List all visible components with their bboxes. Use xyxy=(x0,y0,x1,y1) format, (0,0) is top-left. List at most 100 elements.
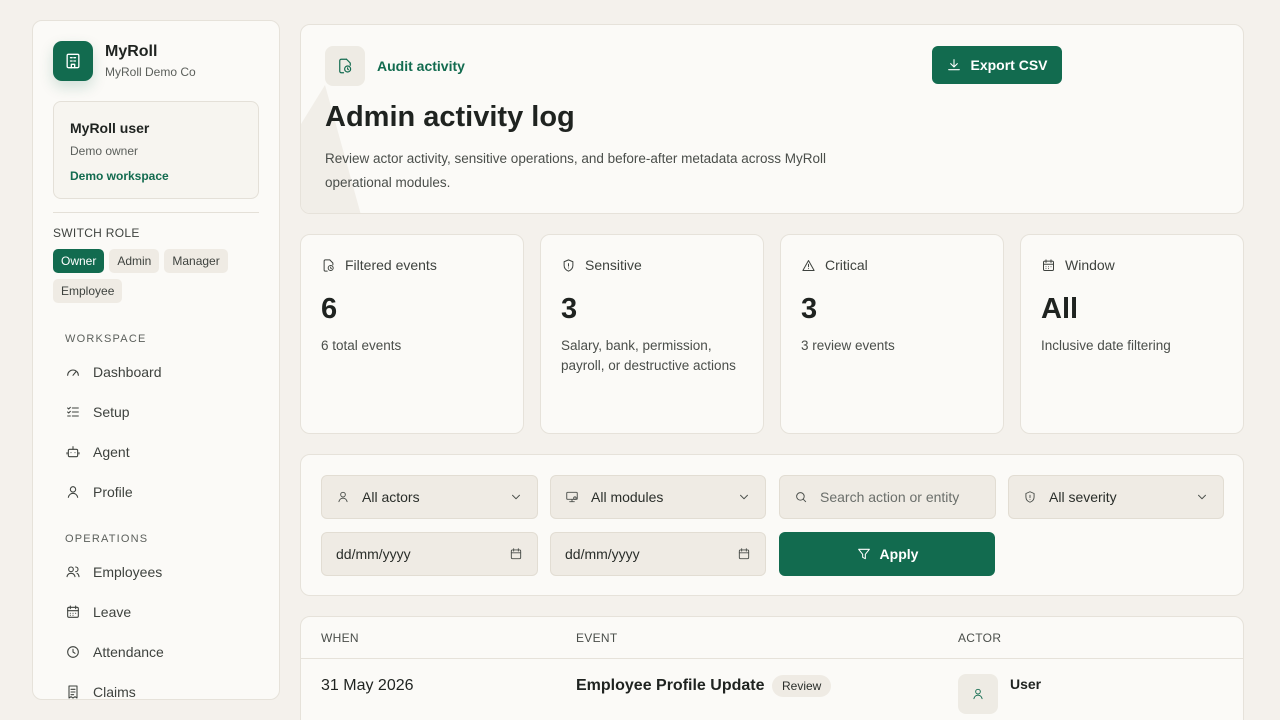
stat-label: Window xyxy=(1065,257,1115,273)
download-icon xyxy=(946,57,970,73)
sidebar-item-leave[interactable]: Leave xyxy=(65,604,131,620)
sidebar-item-employees[interactable]: Employees xyxy=(65,564,162,580)
stat-value: 3 xyxy=(561,293,578,325)
monitor-icon xyxy=(565,490,591,504)
role-chip-employee[interactable]: Employee xyxy=(53,279,123,303)
receipt-icon xyxy=(65,684,93,699)
page-header: Audit activity Admin activity log Review… xyxy=(300,24,1244,214)
checklist-icon xyxy=(65,404,93,420)
header-eyebrow: Audit activity xyxy=(377,58,465,74)
workspace-link[interactable]: Demo workspace xyxy=(70,169,242,183)
apply-button[interactable]: Apply xyxy=(779,532,995,576)
search-input[interactable]: Search action or entity xyxy=(779,475,996,519)
role-chip-owner[interactable]: Owner xyxy=(53,249,105,273)
search-placeholder: Search action or entity xyxy=(820,489,960,505)
stat-card-sensitive: Sensitive 3 Salary, bank, permission, pa… xyxy=(540,234,764,434)
audit-activity-icon xyxy=(325,46,365,86)
sidebar-item-profile[interactable]: Profile xyxy=(65,484,133,500)
sidebar-divider xyxy=(53,212,259,213)
user-role: Demo owner xyxy=(70,144,139,158)
sidebar-item-label: Attendance xyxy=(93,644,164,660)
export-csv-button[interactable]: Export CSV xyxy=(932,46,1062,84)
sidebar-item-label: Profile xyxy=(93,484,133,500)
row-event: Employee Profile Update xyxy=(576,677,765,694)
date-from-input[interactable]: dd/mm/yyyy xyxy=(321,532,538,576)
calendar-icon xyxy=(65,604,93,620)
bot-icon xyxy=(65,444,93,460)
building-icon xyxy=(53,41,93,81)
actor-select[interactable]: All actors xyxy=(321,475,538,519)
date-to-input[interactable]: dd/mm/yyyy xyxy=(550,532,766,576)
activity-icon xyxy=(321,258,345,273)
user-card[interactable]: MyRoll user Demo owner Demo workspace xyxy=(53,101,259,199)
user-icon xyxy=(336,490,362,504)
stat-description: 3 review events xyxy=(801,338,895,353)
sidebar-item-setup[interactable]: Setup xyxy=(65,404,130,420)
calendar-icon[interactable] xyxy=(737,547,751,561)
role-chip-admin[interactable]: Admin xyxy=(109,249,160,273)
actor-select-value: All actors xyxy=(362,489,420,505)
search-icon xyxy=(794,490,820,504)
sidebar-item-label: Dashboard xyxy=(93,364,162,380)
date-to-value: dd/mm/yyyy xyxy=(565,546,640,562)
avatar xyxy=(958,674,998,714)
column-header-when[interactable]: WHEN xyxy=(321,631,359,645)
sidebar-item-label: Setup xyxy=(93,404,130,420)
sidebar-item-label: Agent xyxy=(93,444,130,460)
stat-card-critical: Critical 3 3 review events xyxy=(780,234,1004,434)
shield-icon xyxy=(1023,490,1049,504)
users-icon xyxy=(65,564,93,580)
filter-icon xyxy=(856,546,880,562)
stat-card-filtered-events: Filtered events 6 6 total events xyxy=(300,234,524,434)
stat-card-window: Window All Inclusive date filtering xyxy=(1020,234,1244,434)
clock-icon xyxy=(65,644,93,660)
sidebar-item-agent[interactable]: Agent xyxy=(65,444,130,460)
calendar-icon[interactable] xyxy=(509,547,523,561)
role-chip-manager[interactable]: Manager xyxy=(164,249,228,273)
row-actor: User xyxy=(1010,676,1042,692)
date-from-value: dd/mm/yyyy xyxy=(336,546,411,562)
column-header-event[interactable]: EVENT xyxy=(576,631,618,645)
events-table: WHEN EVENT ACTOR 31 May 2026 Employee Pr… xyxy=(300,616,1244,720)
nav-section-workspace: WORKSPACE xyxy=(65,333,147,345)
sidebar-item-attendance[interactable]: Attendance xyxy=(65,644,164,660)
stat-value: 6 xyxy=(321,293,338,325)
app-name: MyRoll xyxy=(105,43,158,60)
sidebar-item-label: Claims xyxy=(93,684,136,700)
chevron-down-icon xyxy=(737,490,751,504)
stat-label: Filtered events xyxy=(345,257,437,273)
sidebar-item-dashboard[interactable]: Dashboard xyxy=(65,364,162,380)
user-icon xyxy=(971,687,985,701)
severity-select-value: All severity xyxy=(1049,489,1117,505)
stat-value: 3 xyxy=(801,293,818,325)
sidebar: MyRoll MyRoll Demo Co MyRoll user Demo o… xyxy=(32,20,280,700)
column-header-actor[interactable]: ACTOR xyxy=(958,631,1001,645)
stat-description: Salary, bank, permission, payroll, or de… xyxy=(561,338,736,373)
sidebar-item-label: Employees xyxy=(93,564,163,580)
gauge-icon xyxy=(65,364,93,380)
table-header-divider xyxy=(301,658,1243,659)
calendar-icon xyxy=(1041,258,1065,273)
sidebar-item-label: Leave xyxy=(93,604,132,620)
stat-label: Critical xyxy=(825,257,868,273)
module-select-value: All modules xyxy=(591,489,664,505)
sidebar-item-claims[interactable]: Claims xyxy=(65,684,136,700)
page-title: Admin activity log xyxy=(325,101,575,133)
role-switcher: Owner Admin Manager Employee xyxy=(53,249,263,303)
filter-panel: All actors All modules Search action or … xyxy=(300,454,1244,596)
module-select[interactable]: All modules xyxy=(550,475,766,519)
user-name: MyRoll user xyxy=(70,120,150,136)
chevron-down-icon xyxy=(1195,490,1209,504)
shield-icon xyxy=(561,258,585,273)
status-badge: Review xyxy=(772,675,832,697)
stat-label: Sensitive xyxy=(585,257,642,273)
severity-select[interactable]: All severity xyxy=(1008,475,1224,519)
company-name: MyRoll Demo Co xyxy=(105,65,196,79)
user-icon xyxy=(65,484,93,500)
switch-role-label: SWITCH ROLE xyxy=(53,226,140,240)
stat-value: All xyxy=(1041,293,1079,325)
brand[interactable]: MyRoll MyRoll Demo Co xyxy=(53,41,196,81)
nav-section-operations: OPERATIONS xyxy=(65,533,149,545)
stat-description: 6 total events xyxy=(321,338,402,353)
row-when: 31 May 2026 xyxy=(321,677,414,694)
